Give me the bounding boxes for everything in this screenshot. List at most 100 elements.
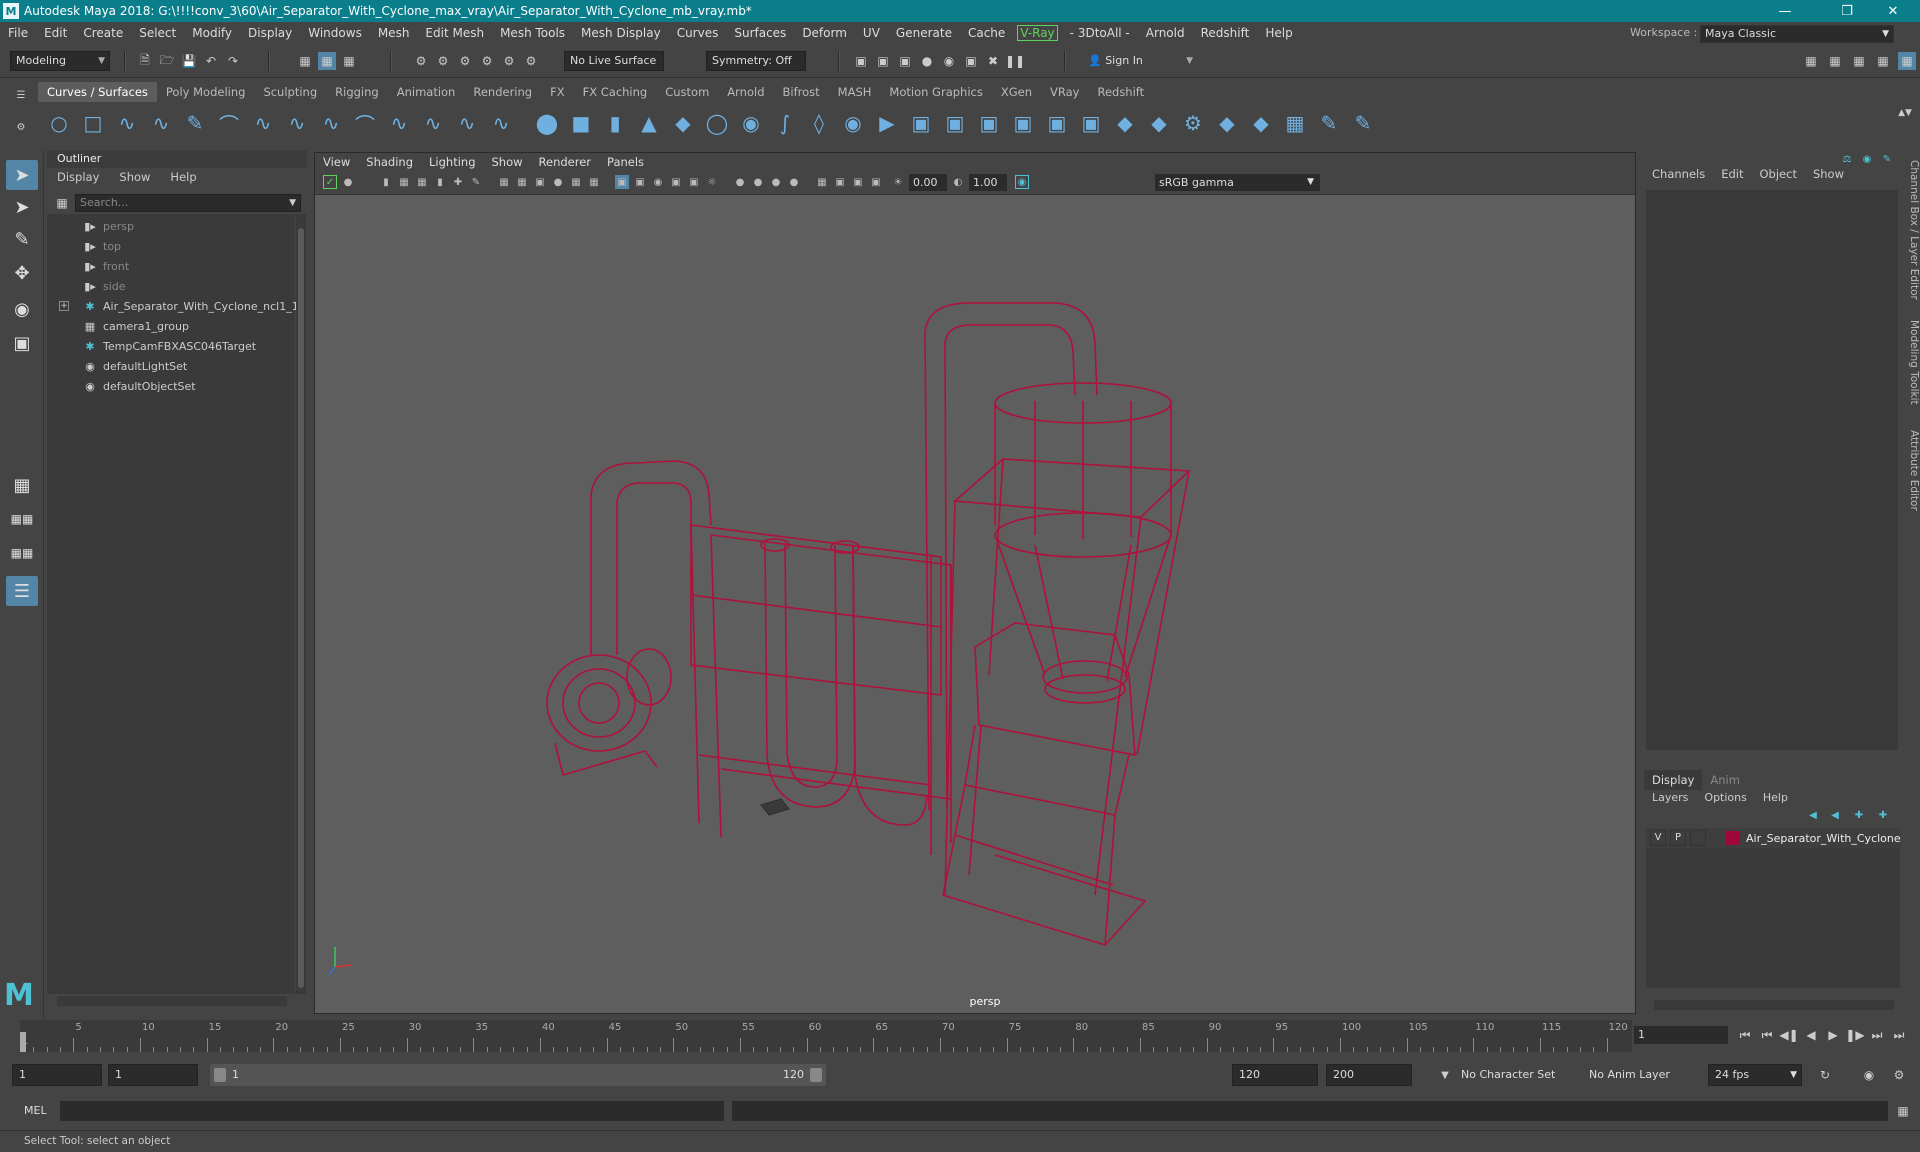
script-editor-icon[interactable]: ▦ xyxy=(1894,1102,1912,1120)
safe-title-icon[interactable]: ▦ xyxy=(569,175,583,189)
tab-anim[interactable]: Anim xyxy=(1702,770,1748,790)
extend-curve-icon[interactable]: ⌒ xyxy=(352,110,378,137)
use-all-lights-icon[interactable]: ▣ xyxy=(687,175,701,189)
move-layer-down-icon[interactable]: ◀ xyxy=(1826,806,1844,824)
layer-visibility-toggle[interactable]: V xyxy=(1650,830,1666,846)
side-tab-attribute-editor[interactable]: Attribute Editor xyxy=(1904,430,1920,511)
redo-icon[interactable]: ↷ xyxy=(224,52,242,70)
project-curve-icon[interactable]: ▣ xyxy=(1044,110,1070,136)
menu-mesh-tools[interactable]: Mesh Tools xyxy=(492,26,573,40)
film-gate-icon[interactable]: ✎ xyxy=(469,175,483,189)
xray-joints-icon[interactable]: ▣ xyxy=(851,175,865,189)
select-component-icon[interactable]: ▦ xyxy=(340,52,358,70)
open-scene-icon[interactable]: 🗁 xyxy=(158,52,176,70)
menu-windows[interactable]: Windows xyxy=(300,26,370,40)
shelf-scroll-icon[interactable]: ▲▼ xyxy=(1896,104,1914,122)
new-scene-icon[interactable]: 🗎 xyxy=(136,52,154,70)
new-layer-selected-icon[interactable]: ✚ xyxy=(1874,806,1892,824)
minimize-button[interactable]: — xyxy=(1762,0,1808,22)
channel-box-menu-show[interactable]: Show xyxy=(1805,164,1852,184)
step-forward-key-icon[interactable]: ⏭ xyxy=(1868,1026,1886,1044)
shelf-tab-mash[interactable]: MASH xyxy=(829,82,881,102)
shelf-tab-redshift[interactable]: Redshift xyxy=(1088,82,1153,102)
resolution-gate-icon[interactable]: ▦ xyxy=(497,175,511,189)
select-object-icon[interactable]: ▦ xyxy=(318,52,336,70)
range-slider-bar[interactable]: 1 120 xyxy=(210,1064,826,1086)
shelf-settings-icon[interactable]: ⚙ xyxy=(12,118,30,136)
layer-menu-options[interactable]: Options xyxy=(1696,788,1754,807)
safe-action-icon[interactable]: ● xyxy=(551,175,565,189)
motion-blur-icon[interactable]: ● xyxy=(751,175,765,189)
color-space-select[interactable]: sRGB gamma ▼ xyxy=(1155,174,1320,191)
lasso-tool-icon[interactable]: ➤ xyxy=(6,192,38,222)
viewport-canvas[interactable]: persp xyxy=(315,195,1635,1013)
trim-tool-icon[interactable]: ▣ xyxy=(1078,110,1104,136)
anim-layer-select[interactable]: No Anim Layer xyxy=(1582,1064,1692,1086)
menu-generate[interactable]: Generate xyxy=(888,26,960,40)
menu-help[interactable]: Help xyxy=(1257,26,1300,40)
rebuild-curve-icon[interactable]: ∿ xyxy=(420,110,446,136)
channel-box-menu-edit[interactable]: Edit xyxy=(1713,164,1751,184)
outliner-search-input[interactable]: Search... ▼ xyxy=(75,194,301,212)
detach-surfaces-icon[interactable]: ⚙ xyxy=(1180,110,1206,136)
channel-box-icon[interactable]: ▦ xyxy=(1874,52,1892,70)
square-surface-icon[interactable]: ▣ xyxy=(976,110,1002,136)
nurbs-cone-icon[interactable]: ▲ xyxy=(636,110,662,136)
outliner-menu-display[interactable]: Display xyxy=(47,170,109,186)
pencil-curve-icon[interactable]: ✎ xyxy=(182,110,208,136)
depth-of-field-icon[interactable]: ● xyxy=(787,175,801,189)
revolve-icon[interactable]: ◉ xyxy=(738,110,764,136)
align-surfaces-icon[interactable]: ◆ xyxy=(1214,110,1240,136)
camera-attributes-icon[interactable]: ● xyxy=(341,175,355,189)
outliner-vertical-scrollbar[interactable] xyxy=(296,214,306,994)
layer-display-type-toggle[interactable] xyxy=(1690,830,1706,846)
nurbs-cube-icon[interactable]: ■ xyxy=(568,110,594,136)
close-button[interactable]: ✕ xyxy=(1870,0,1916,22)
outliner-item[interactable]: ▮▸ front xyxy=(47,256,295,276)
command-input[interactable] xyxy=(60,1101,724,1121)
planar-icon[interactable]: ◊ xyxy=(806,110,832,136)
outliner-item[interactable]: + ✱ Air_Separator_With_Cyclone_ncl1_1 xyxy=(47,296,299,316)
tool-icon[interactable]: ✖ xyxy=(984,52,1002,70)
vray-framebuffer-icon[interactable]: ▣ xyxy=(962,52,980,70)
two-d-pan-icon[interactable]: ▦ xyxy=(415,175,429,189)
outliner-menu-help[interactable]: Help xyxy=(160,170,206,186)
workspace-select[interactable]: Maya Classic ▼ xyxy=(1700,25,1894,43)
anti-aliasing-icon[interactable]: ● xyxy=(769,175,783,189)
filter-icon[interactable]: ▦ xyxy=(53,194,71,212)
layer-horizontal-scrollbar[interactable] xyxy=(1654,1000,1894,1010)
exposure-icon[interactable]: ☀ xyxy=(891,175,905,189)
side-tab-channel-box[interactable]: Channel Box / Layer Editor xyxy=(1904,160,1920,300)
menu-display[interactable]: Display xyxy=(240,26,300,40)
undo-icon[interactable]: ↶ xyxy=(202,52,220,70)
play-forwards-icon[interactable]: ▶ xyxy=(1824,1026,1842,1044)
loop-icon[interactable]: ↻ xyxy=(1816,1066,1834,1084)
viewport-menu-renderer[interactable]: Renderer xyxy=(531,153,600,171)
snap-surface-icon[interactable]: ⚙ xyxy=(500,52,518,70)
untrim-icon[interactable]: ◆ xyxy=(1112,110,1138,136)
shelf-tab-rigging[interactable]: Rigging xyxy=(326,82,388,102)
layer-playback-toggle[interactable]: P xyxy=(1670,830,1686,846)
shelf-tab-fx[interactable]: FX xyxy=(541,82,574,102)
menu-modify[interactable]: Modify xyxy=(184,26,240,40)
persp-outliner-layout-icon[interactable]: ▦▦ xyxy=(6,538,38,568)
select-tool-icon[interactable]: ➤ xyxy=(6,160,38,190)
playback-start-field[interactable]: 1 xyxy=(108,1064,198,1086)
image-plane-icon[interactable]: ▦ xyxy=(397,175,411,189)
boundary-icon[interactable]: ▣ xyxy=(942,110,968,136)
menu-mesh[interactable]: Mesh xyxy=(370,26,418,40)
detach-curves-icon[interactable]: ∿ xyxy=(284,110,310,136)
grease-pencil-icon[interactable]: ▮ xyxy=(433,175,447,189)
shelf-tab-xgen[interactable]: XGen xyxy=(992,82,1041,102)
menu-redshift[interactable]: Redshift xyxy=(1193,26,1258,40)
menu-create[interactable]: Create xyxy=(75,26,131,40)
render-frame-icon[interactable]: ▣ xyxy=(852,52,870,70)
shelf-tab-rendering[interactable]: Rendering xyxy=(464,82,541,102)
layer-menu-help[interactable]: Help xyxy=(1755,788,1796,807)
auto-key-icon[interactable]: ◉ xyxy=(1860,1066,1878,1084)
shelf-tab-fx-caching[interactable]: FX Caching xyxy=(574,82,657,102)
snap-grid-icon[interactable]: ⚙ xyxy=(412,52,430,70)
viewport-menu-show[interactable]: Show xyxy=(484,153,531,171)
outliner-item[interactable]: ▮▸ persp xyxy=(47,216,295,236)
restore-button[interactable]: ❐ xyxy=(1824,0,1870,22)
